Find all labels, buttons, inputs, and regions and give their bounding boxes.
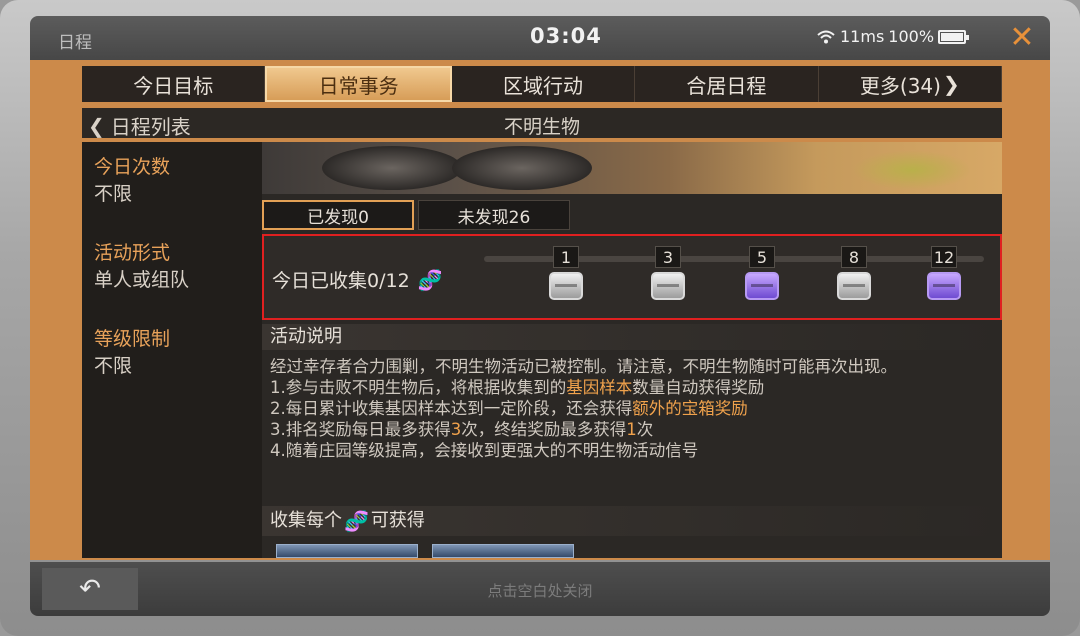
reward-item[interactable] xyxy=(432,544,574,558)
desc-line-intro: 经过幸存者合力围剿，不明生物活动已被控制。请注意，不明生物随时可能再次出现。 xyxy=(270,357,897,376)
milestone-reward[interactable]: 3 xyxy=(648,246,688,300)
screen-frame: 日程 03:04 11ms 100% ✕ 今日目标 日常事务 区域行动 合居日程… xyxy=(0,0,1080,636)
treasure-chest-icon[interactable] xyxy=(549,272,583,300)
collected-count: 今日已收集0/12 🧬 xyxy=(272,266,443,293)
reward-per-sample-header: 收集每个 🧬 可获得 xyxy=(262,506,1002,536)
treasure-chest-icon[interactable] xyxy=(651,272,685,300)
description-header: 活动说明 xyxy=(262,324,1002,350)
ping-value: 11ms xyxy=(840,27,885,46)
discovery-filters: 已发现0 未发现26 xyxy=(262,200,570,230)
tab-label: 合居日程 xyxy=(686,73,767,98)
close-hint[interactable]: 点击空白处关闭 xyxy=(30,580,1050,601)
mode-label: 活动形式 xyxy=(94,242,171,264)
creature-banner-image xyxy=(262,142,1002,194)
milestone-reward[interactable]: 1 xyxy=(546,246,586,300)
battery-percent: 100% xyxy=(888,27,935,46)
tab-label: 更多(34) xyxy=(859,73,941,98)
level-value: 不限 xyxy=(94,355,133,377)
milestone-count: 12 xyxy=(931,246,957,268)
level-label: 等级限制 xyxy=(94,328,171,350)
sub-header: ❮ 日程列表 不明生物 xyxy=(82,108,1002,139)
milestone-reward[interactable]: 12 xyxy=(924,246,964,300)
desc-line-2: 2.每日累计收集基因样本达到一定阶段，还会获得额外的宝箱奖励 xyxy=(270,399,748,418)
tab-label: 今日目标 xyxy=(133,73,214,98)
banner-rock-shape xyxy=(452,146,592,190)
content-area: 已发现0 未发现26 今日已收集0/12 🧬 1 3 5 8 12 活动说明 经过幸存者… xyxy=(262,142,1002,558)
tab-daily-affairs[interactable]: 日常事务 xyxy=(265,66,452,102)
treasure-chest-icon[interactable] xyxy=(837,272,871,300)
status-indicators: 11ms 100% xyxy=(816,27,970,46)
treasure-chest-icon[interactable] xyxy=(745,272,779,300)
times-label: 今日次数 xyxy=(94,156,171,178)
x-close-icon: ✕ xyxy=(1009,20,1035,55)
info-sidebar: 今日次数 不限 活动形式 单人或组队 等级限制 不限 xyxy=(82,142,262,558)
milestone-count: 8 xyxy=(841,246,867,268)
bottom-bar: ↶ 点击空白处关闭 xyxy=(30,562,1050,616)
tab-more[interactable]: 更多(34) ❯ xyxy=(818,66,1003,102)
desc-line-4: 4.随着庄园等级提高，会接收到更强大的不明生物活动信号 xyxy=(270,441,699,460)
top-status-bar: 日程 03:04 11ms 100% ✕ xyxy=(30,16,1050,60)
gain-label-end: 可获得 xyxy=(370,510,425,531)
milestone-count: 1 xyxy=(553,246,579,268)
banner-rock-shape xyxy=(322,146,462,190)
close-button[interactable]: ✕ xyxy=(1004,20,1040,56)
tab-label: 区域行动 xyxy=(503,73,584,98)
treasure-chest-icon[interactable] xyxy=(927,272,961,300)
gain-label-start: 收集每个 xyxy=(270,510,342,531)
description-text: 经过幸存者合力围剿，不明生物活动已被控制。请注意，不明生物随时可能再次出现。 1… xyxy=(270,356,996,461)
milestone-count: 3 xyxy=(655,246,681,268)
window-title: 日程 xyxy=(58,33,92,53)
desc-line-1: 1.参与击败不明生物后，将根据收集到的基因样本数量自动获得奖励 xyxy=(270,378,765,397)
milestone-reward[interactable]: 8 xyxy=(834,246,874,300)
times-value: 不限 xyxy=(94,183,133,205)
page-title: 不明生物 xyxy=(503,116,580,138)
clock-time: 03:04 xyxy=(530,24,602,48)
milestone-reward[interactable]: 5 xyxy=(742,246,782,300)
banner-plant-shape xyxy=(852,150,972,190)
collection-progress-box: 今日已收集0/12 🧬 1 3 5 8 12 xyxy=(262,234,1002,320)
milestone-count: 5 xyxy=(749,246,775,268)
tab-cohabit-schedule[interactable]: 合居日程 xyxy=(635,66,819,102)
dna-sample-icon: 🧬 xyxy=(417,267,443,292)
dna-sample-icon: 🧬 xyxy=(344,509,369,533)
wifi-icon xyxy=(817,30,835,43)
chevron-right-icon: ❯ xyxy=(942,72,960,96)
mode-value: 单人或组队 xyxy=(94,269,190,291)
tab-area-action[interactable]: 区域行动 xyxy=(451,66,636,102)
tab-label: 日常事务 xyxy=(318,73,399,98)
collected-label: 今日已收集0/12 xyxy=(272,270,410,292)
tab-bar: 今日目标 日常事务 区域行动 合居日程 更多(34) ❯ xyxy=(82,66,1003,102)
desc-line-3: 3.排名奖励每日最多获得3次，终结奖励最多获得1次 xyxy=(270,420,654,439)
found-filter-button[interactable]: 已发现0 xyxy=(262,200,414,230)
not-found-filter-button[interactable]: 未发现26 xyxy=(418,200,570,230)
battery-icon xyxy=(938,29,970,44)
reward-items xyxy=(276,544,574,558)
reward-item[interactable] xyxy=(276,544,418,558)
schedule-panel: 今日目标 日常事务 区域行动 合居日程 更多(34) ❯ ❮ 日程列表 不明生物 … xyxy=(30,60,1050,560)
tab-today-goal[interactable]: 今日目标 xyxy=(82,66,266,102)
